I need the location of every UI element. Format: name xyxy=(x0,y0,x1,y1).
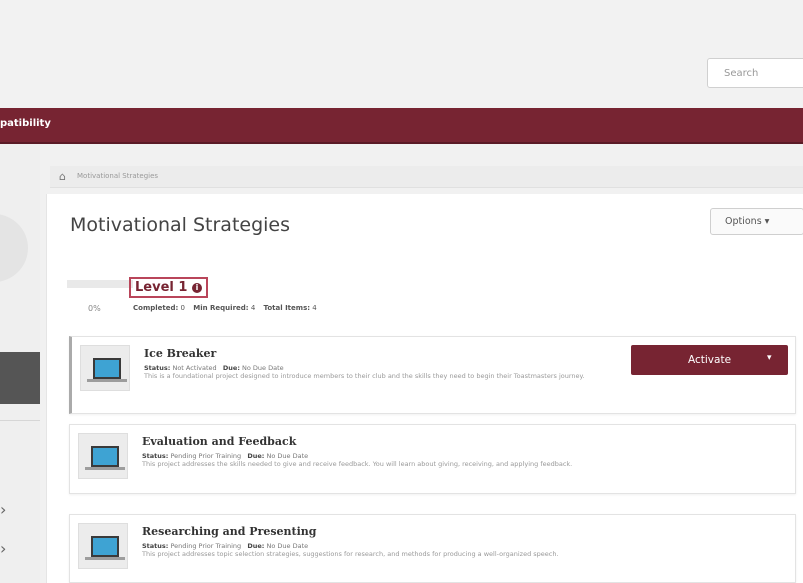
search-input[interactable]: Search xyxy=(707,58,803,88)
info-icon[interactable]: i xyxy=(191,283,202,293)
project-thumbnail xyxy=(78,433,128,479)
laptop-base xyxy=(87,379,127,382)
sidebar-active-item[interactable] xyxy=(0,352,40,404)
project-title[interactable]: Researching and Presenting xyxy=(142,525,317,538)
project-thumbnail xyxy=(80,345,130,391)
activate-label: Activate xyxy=(688,354,732,366)
chevron-right-icon[interactable]: › xyxy=(0,539,6,558)
level-stats: Completed: 0 Min Required: 4 Total Items… xyxy=(133,304,317,312)
status-value: Pending Prior Training xyxy=(170,452,242,460)
laptop-base xyxy=(85,557,125,560)
completed-value: 0 xyxy=(180,304,186,312)
project-description: This project addresses topic selection s… xyxy=(142,550,559,558)
nav-divider xyxy=(0,142,803,144)
activate-button[interactable]: Activate ▾ xyxy=(631,345,788,375)
project-description: This is a foundational project designed … xyxy=(144,372,585,380)
due-value: No Due Date xyxy=(242,364,284,372)
project-title[interactable]: Ice Breaker xyxy=(144,347,216,360)
completed-label: Completed: xyxy=(133,304,179,312)
project-description: This project addresses the skills needed… xyxy=(142,460,573,468)
page-title: Motivational Strategies xyxy=(70,214,291,236)
status-label: Status: xyxy=(142,542,169,550)
sidebar-divider xyxy=(0,420,40,421)
due-label: Due: xyxy=(222,364,240,372)
status-label: Status: xyxy=(142,452,169,460)
level-name: Level 1 xyxy=(135,280,188,295)
status-label: Status: xyxy=(144,364,171,372)
due-label: Due: xyxy=(247,452,265,460)
project-thumbnail xyxy=(78,523,128,569)
project-meta: Status: Pending Prior Training Due: No D… xyxy=(142,452,308,460)
status-value: Not Activated xyxy=(172,364,217,372)
min-required-label: Min Required: xyxy=(193,304,249,312)
due-value: No Due Date xyxy=(266,452,309,460)
chevron-right-icon[interactable]: › xyxy=(0,500,6,519)
project-title[interactable]: Evaluation and Feedback xyxy=(142,435,296,448)
breadcrumb-item[interactable]: Motivational Strategies xyxy=(77,172,158,180)
min-required-value: 4 xyxy=(250,304,256,312)
home-icon[interactable]: ⌂ xyxy=(59,170,66,183)
laptop-icon xyxy=(93,358,121,379)
laptop-base xyxy=(85,467,125,470)
laptop-icon xyxy=(91,536,119,557)
laptop-icon xyxy=(91,446,119,467)
status-value: Pending Prior Training xyxy=(170,542,242,550)
level-progress-bar xyxy=(67,280,133,288)
total-items-label: Total Items: xyxy=(263,304,311,312)
main-panel: Motivational Strategies Options ▾ 0% Lev… xyxy=(46,194,803,583)
total-items-value: 4 xyxy=(312,304,317,312)
breadcrumb: ⌂ Motivational Strategies xyxy=(50,166,803,188)
project-card: Researching and Presenting Status: Pendi… xyxy=(69,514,796,583)
level-progress-percent: 0% xyxy=(88,304,101,313)
level-title: Level 1 i xyxy=(129,277,208,298)
options-button[interactable]: Options ▾ xyxy=(710,208,803,235)
project-card: Evaluation and Feedback Status: Pending … xyxy=(69,424,796,494)
due-label: Due: xyxy=(247,542,265,550)
project-meta: Status: Not Activated Due: No Due Date xyxy=(144,364,284,372)
project-card: Ice Breaker Status: Not Activated Due: N… xyxy=(69,336,796,414)
nav-item-compatibility[interactable]: patibility xyxy=(0,118,51,129)
top-bar: Search xyxy=(0,0,803,108)
caret-down-icon[interactable]: ▾ xyxy=(767,353,772,363)
project-meta: Status: Pending Prior Training Due: No D… xyxy=(142,542,308,550)
nav-bar: patibility xyxy=(0,108,803,142)
due-value: No Due Date xyxy=(266,542,309,550)
